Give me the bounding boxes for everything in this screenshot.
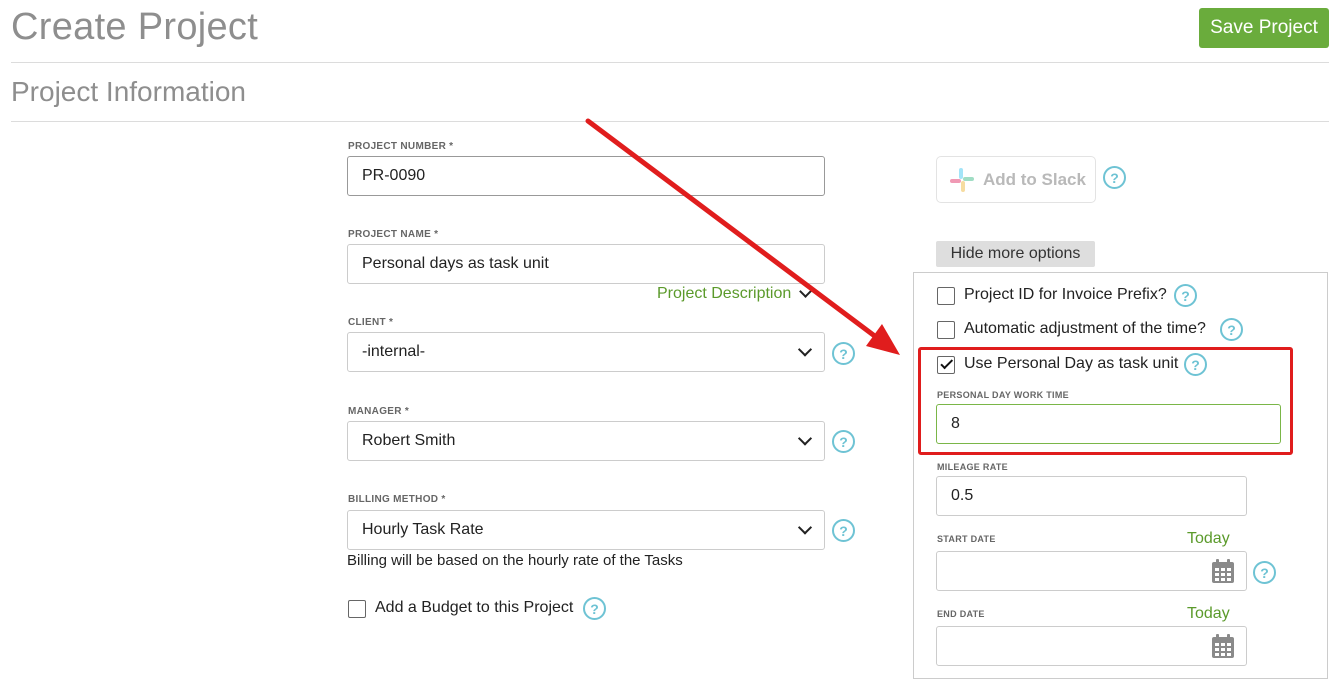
annotation-arrow-icon (585, 118, 900, 355)
